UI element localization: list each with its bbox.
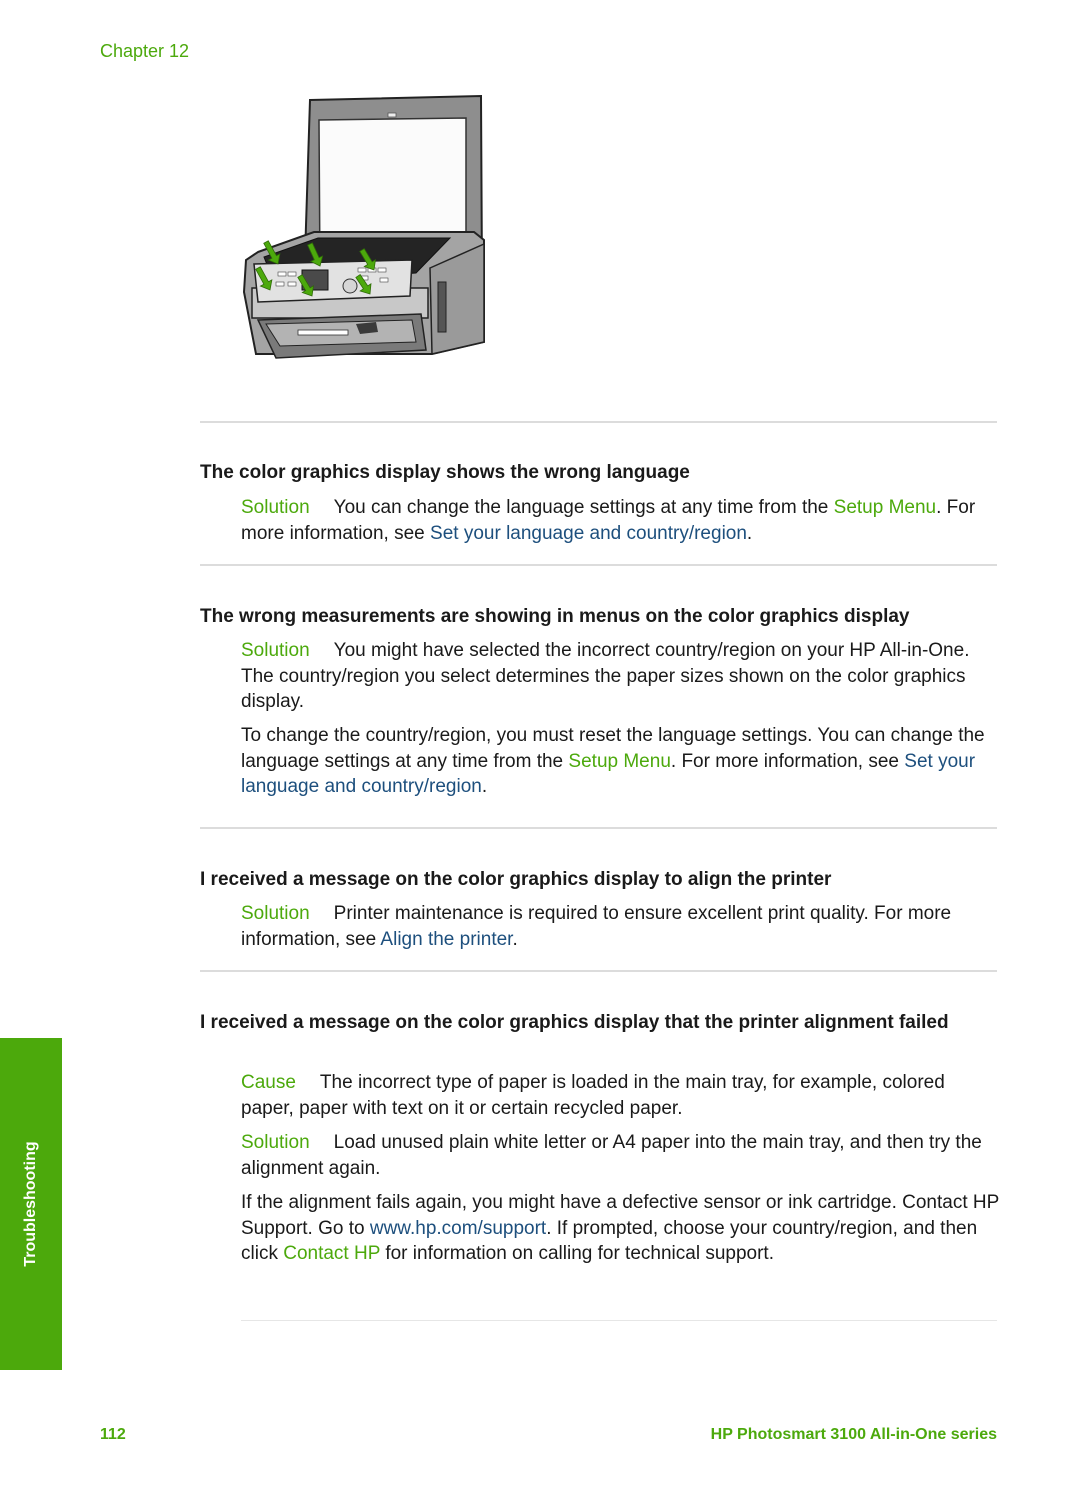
- section-divider: [200, 970, 997, 972]
- solution-label: Solution: [241, 497, 310, 518]
- solution-paragraph: Solution Printer maintenance is required …: [241, 901, 1001, 952]
- paragraph-text: Printer maintenance is required to ensur…: [241, 903, 952, 950]
- side-tab-label: Troubleshooting: [22, 1141, 39, 1267]
- cause-paragraph: Cause The incorrect type of paper is load…: [241, 1070, 1001, 1121]
- paragraph-text: Load unused plain white letter or A4 pap…: [241, 1132, 982, 1179]
- control-panel: [253, 259, 413, 303]
- paragraph-text: You can change the language settings at …: [333, 497, 834, 518]
- page-number: 112: [100, 1426, 126, 1443]
- solution-paragraph: Solution Load unused plain white letter o…: [241, 1130, 1001, 1181]
- solution-paragraph: Solution You can change the language sett…: [241, 495, 1001, 546]
- ui-term: Setup Menu: [833, 497, 937, 518]
- solution-label: Solution: [241, 903, 310, 924]
- section-heading: I received a message on the color graphi…: [200, 1012, 949, 1033]
- section-divider: [200, 421, 997, 423]
- cross-reference-link[interactable]: www.hp.com/support: [370, 1218, 546, 1239]
- side-tab: Troubleshooting: [0, 1038, 62, 1370]
- paragraph-text: .: [512, 928, 518, 950]
- ui-term: Setup Menu: [568, 750, 671, 772]
- cause-label: Cause: [241, 1072, 296, 1093]
- section-divider: [200, 564, 997, 566]
- section-heading: The wrong measurements are showing in me…: [200, 606, 910, 627]
- paragraph-text: You might have selected the incorrect co…: [241, 640, 970, 712]
- section-heading: I received a message on the color graphi…: [200, 869, 832, 890]
- body-paragraph: If the alignment fails again, you might …: [241, 1190, 1001, 1267]
- paragraph-text: for information on calling for technical…: [380, 1243, 774, 1264]
- paragraph-text: . For more information, see: [670, 750, 905, 772]
- cross-reference-link[interactable]: Align the printer: [380, 929, 512, 950]
- footer-title: HP Photosmart 3100 All-in-One series: [710, 1426, 997, 1443]
- printer-illustration: [242, 94, 485, 359]
- section-heading: The color graphics display shows the wro…: [200, 462, 690, 483]
- paragraph-text: The incorrect type of paper is loaded in…: [241, 1072, 945, 1119]
- section-divider: [200, 827, 997, 829]
- cross-reference-link[interactable]: Set your language and country/region: [430, 523, 747, 544]
- solution-label: Solution: [241, 1132, 310, 1153]
- ui-term: Contact HP: [283, 1243, 381, 1264]
- body-paragraph: To change the country/region, you must r…: [241, 723, 1001, 800]
- section-divider: [241, 1320, 997, 1321]
- chapter-label: Chapter 12: [100, 41, 190, 61]
- paragraph-text: .: [746, 522, 753, 544]
- paragraph-text: .: [481, 776, 488, 797]
- solution-label: Solution: [241, 640, 310, 661]
- solution-paragraph: Solution You might have selected the inco…: [241, 638, 1001, 715]
